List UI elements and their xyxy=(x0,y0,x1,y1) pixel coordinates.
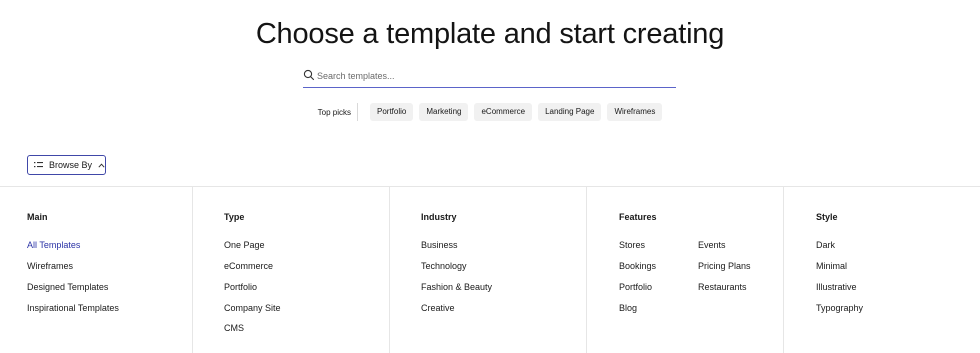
menu-item-inspirational-templates[interactable]: Inspirational Templates xyxy=(27,303,119,313)
column-heading-type: Type xyxy=(224,212,245,222)
browse-by-button[interactable]: Browse By xyxy=(27,155,106,175)
menu-item-technology[interactable]: Technology xyxy=(421,261,467,271)
list-icon xyxy=(34,162,43,168)
chip-portfolio[interactable]: Portfolio xyxy=(370,103,414,121)
column-style: Style Dark Minimal Illustrative Typograp… xyxy=(784,187,980,353)
search-input[interactable] xyxy=(317,66,667,86)
menu-item-pricing-plans[interactable]: Pricing Plans xyxy=(698,261,751,271)
menu-item-blog[interactable]: Blog xyxy=(619,303,637,313)
menu-item-features-portfolio[interactable]: Portfolio xyxy=(619,282,652,292)
column-heading-features: Features xyxy=(619,212,657,222)
menu-item-all-templates[interactable]: All Templates xyxy=(27,240,80,250)
chip-ecommerce[interactable]: eCommerce xyxy=(474,103,533,121)
chip-marketing[interactable]: Marketing xyxy=(419,103,469,121)
menu-item-portfolio[interactable]: Portfolio xyxy=(224,282,257,292)
menu-item-ecommerce[interactable]: eCommerce xyxy=(224,261,273,271)
column-main: Main All Templates Wireframes Designed T… xyxy=(0,187,193,353)
menu-item-illustrative[interactable]: Illustrative xyxy=(816,282,857,292)
menu-item-typography[interactable]: Typography xyxy=(816,303,863,313)
column-heading-style: Style xyxy=(816,212,838,222)
search-bar[interactable] xyxy=(303,66,676,88)
top-picks-label: Top picks xyxy=(317,107,351,117)
chevron-up-icon xyxy=(98,162,105,168)
column-features: Features Stores Bookings Portfolio Blog … xyxy=(587,187,784,353)
menu-item-minimal[interactable]: Minimal xyxy=(816,261,847,271)
menu-item-wireframes[interactable]: Wireframes xyxy=(27,261,73,271)
menu-item-fashion-beauty[interactable]: Fashion & Beauty xyxy=(421,282,492,292)
menu-item-restaurants[interactable]: Restaurants xyxy=(698,282,747,292)
browse-by-label: Browse By xyxy=(49,160,93,170)
menu-item-company-site[interactable]: Company Site xyxy=(224,303,281,313)
menu-item-cms[interactable]: CMS xyxy=(224,323,244,333)
chip-wireframes[interactable]: Wireframes xyxy=(607,103,663,121)
column-heading-main: Main xyxy=(27,212,48,222)
column-industry: Industry Business Technology Fashion & B… xyxy=(390,187,587,353)
menu-item-business[interactable]: Business xyxy=(421,240,458,250)
menu-item-stores[interactable]: Stores xyxy=(619,240,645,250)
page-title: Choose a template and start creating xyxy=(255,18,725,50)
menu-item-bookings[interactable]: Bookings xyxy=(619,261,656,271)
column-heading-industry: Industry xyxy=(421,212,457,222)
top-picks-divider xyxy=(357,103,358,121)
menu-item-dark[interactable]: Dark xyxy=(816,240,835,250)
column-type: Type One Page eCommerce Portfolio Compan… xyxy=(193,187,390,353)
chip-landing-page[interactable]: Landing Page xyxy=(538,103,602,121)
menu-item-designed-templates[interactable]: Designed Templates xyxy=(27,282,108,292)
menu-item-events[interactable]: Events xyxy=(698,240,726,250)
search-icon xyxy=(303,69,315,81)
menu-item-one-page[interactable]: One Page xyxy=(224,240,265,250)
top-picks-bar: Top picks Portfolio Marketing eCommerce … xyxy=(0,103,980,121)
menu-item-creative[interactable]: Creative xyxy=(421,303,455,313)
